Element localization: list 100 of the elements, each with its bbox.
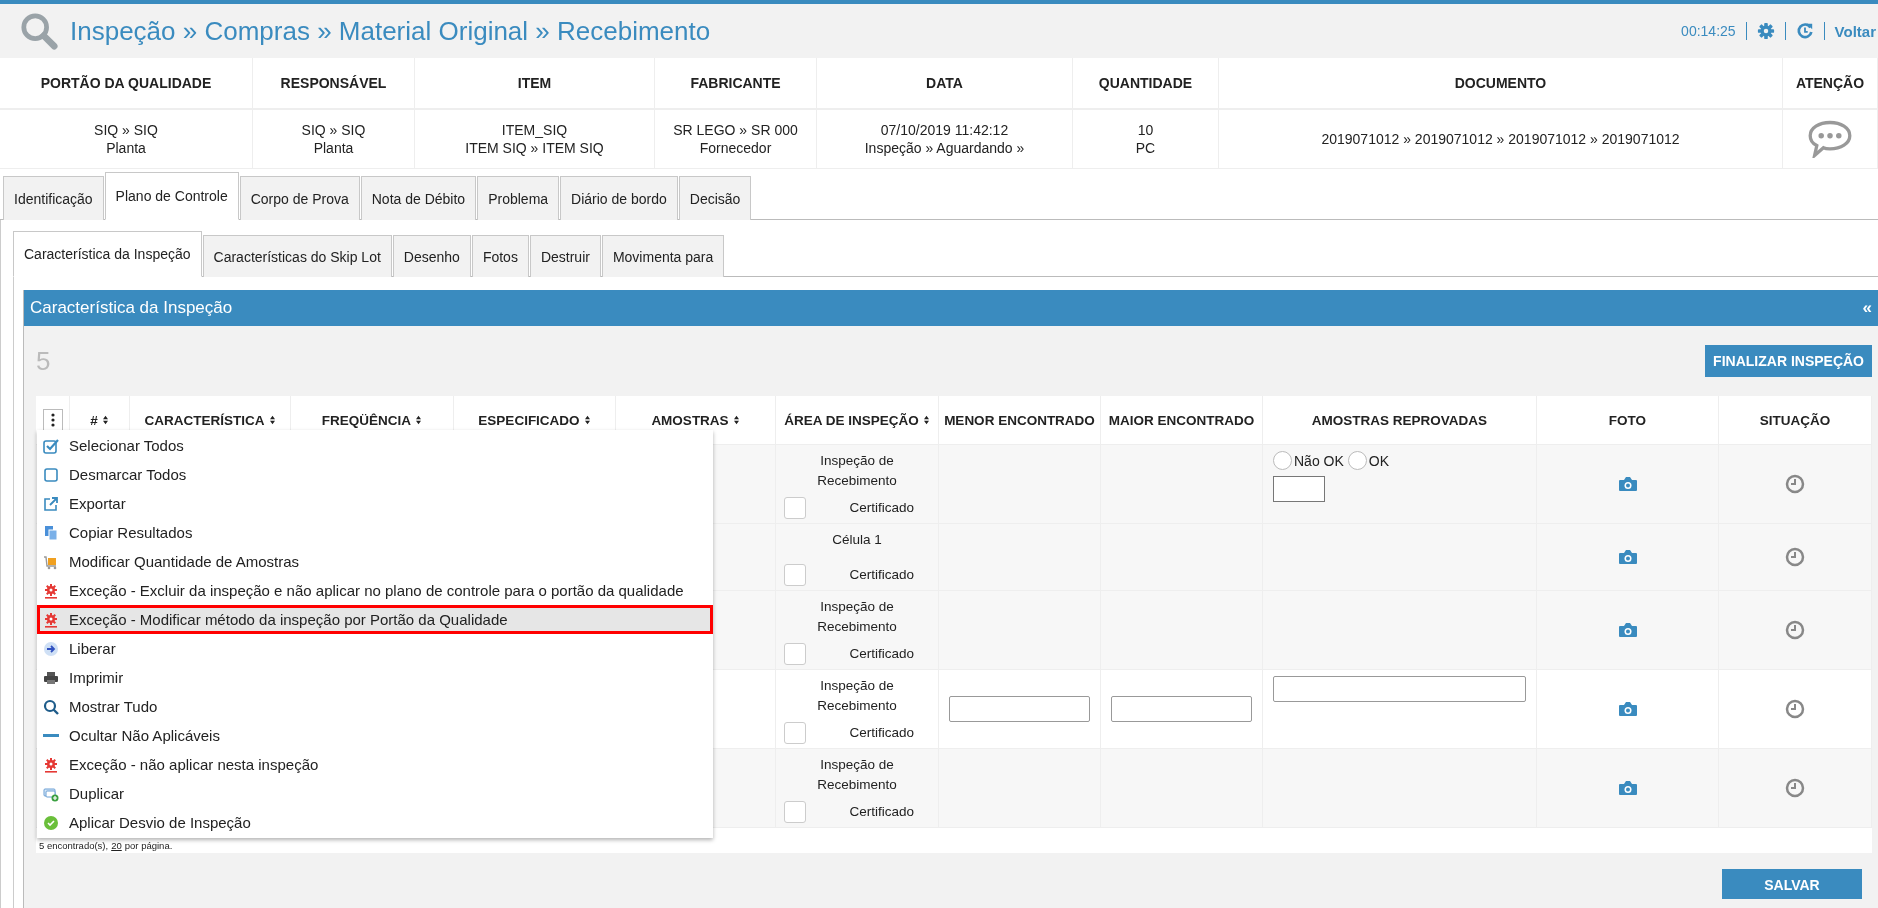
checkbox-label: Certificado [849, 566, 914, 584]
summary-header: PORTÃO DA QUALIDADE [0, 58, 253, 110]
menu-item[interactable]: Exceção - não aplicar nesta inspeção [37, 750, 713, 779]
checkbox-icon [43, 466, 59, 483]
input-field[interactable] [1273, 676, 1526, 702]
column-header[interactable]: ÁREA DE INSPEÇÃO [784, 411, 919, 429]
finish-button[interactable]: FINALIZAR INSPEÇÃO [1705, 345, 1872, 377]
panel-title: Característica da Inspeção [30, 298, 233, 318]
tab[interactable]: Problema [477, 176, 560, 220]
tab[interactable]: Plano de Controle [104, 172, 239, 220]
kebab-icon [50, 413, 55, 427]
menu-item[interactable]: Duplicar [37, 779, 713, 808]
sort-icon[interactable] [732, 415, 740, 425]
camera-icon[interactable] [1617, 476, 1638, 492]
input-field[interactable] [949, 696, 1090, 722]
clock-icon[interactable] [1785, 547, 1805, 567]
sort-icon[interactable] [268, 415, 276, 425]
clock-icon[interactable] [1785, 474, 1805, 494]
tab[interactable]: Fotos [471, 235, 529, 277]
collapse-button[interactable]: « [1862, 298, 1872, 318]
camera-icon[interactable] [1617, 780, 1638, 796]
table-cell-text: Célula 1 [831, 531, 883, 549]
menu-item[interactable]: Liberar [37, 634, 713, 663]
checkbox[interactable] [784, 801, 806, 823]
search-icon [20, 12, 58, 50]
column-header[interactable]: ESPECIFICADO [478, 411, 580, 429]
clock-icon[interactable] [1785, 620, 1805, 640]
checkbox[interactable] [784, 497, 806, 519]
menu-item[interactable]: Exceção - Modificar método da inspeção por Portão da Qualidade [37, 605, 713, 634]
camera-icon[interactable] [1617, 701, 1638, 717]
tab[interactable]: Identificação [3, 176, 104, 220]
menu-item[interactable]: Ocultar Não Aplicáveis [37, 721, 713, 750]
radio-button[interactable] [1347, 451, 1367, 470]
menu-item[interactable]: Exceção - Excluir da inspeção e não aplicar no plano de controle para o portão da qualidade [37, 576, 713, 605]
tab[interactable]: Decisão [678, 176, 752, 220]
gear-icon [43, 756, 59, 773]
summary-header: DOCUMENTO [1219, 58, 1783, 110]
summary-value: 07/10/2019 11:42:12 [880, 121, 1009, 139]
menu-item[interactable]: Exportar [37, 489, 713, 518]
camera-icon[interactable] [1617, 622, 1638, 638]
clock-icon[interactable] [1785, 778, 1805, 798]
column-header: MENOR ENCONTRADO [944, 411, 1095, 429]
summary-header: DATA [817, 58, 1073, 110]
search-icon [43, 698, 59, 715]
tab[interactable]: Movimenta para [601, 235, 725, 277]
badge-icon [43, 814, 59, 831]
table-cell-text: Inspeção de Recebimento [816, 677, 898, 715]
tab[interactable]: Características do Skip Lot [202, 235, 392, 277]
timer: 00:14:25 [1681, 23, 1736, 39]
menu-item[interactable]: Desmarcar Todos [37, 460, 713, 489]
settings-icon[interactable] [1756, 22, 1775, 40]
summary-header: ATENÇÃO [1783, 58, 1878, 110]
clock-icon[interactable] [1785, 699, 1805, 719]
column-header: MAIOR ENCONTRADO [1108, 411, 1255, 429]
minus-icon [43, 734, 59, 737]
save-button[interactable]: SALVAR [1722, 869, 1862, 899]
sort-icon[interactable] [922, 415, 930, 425]
column-header[interactable]: FREQÜÊNCIA [321, 411, 412, 429]
input-field[interactable] [1273, 476, 1325, 502]
summary-value: ITEM_SIQ [501, 121, 568, 139]
menu-item[interactable]: Modificar Quantidade de Amostras [37, 547, 713, 576]
tab[interactable]: Característica da Inspeção [13, 231, 202, 277]
refresh-icon[interactable] [1795, 22, 1814, 40]
checkbox[interactable] [784, 564, 806, 586]
column-header: SITUAÇÃO [1759, 411, 1831, 429]
tab[interactable]: Desenho [392, 235, 471, 277]
camera-icon[interactable] [1617, 549, 1638, 565]
result-summary: 5 encontrado(s), [39, 840, 109, 851]
sort-icon[interactable] [101, 415, 109, 425]
sort-icon[interactable] [583, 415, 591, 425]
menu-item[interactable]: Selecionar Todos [37, 431, 713, 460]
summary-header: FABRICANTE [655, 58, 817, 110]
summary-value: SR LEGO » SR 000 [673, 121, 798, 139]
tab[interactable]: Destruir [529, 235, 601, 277]
table-cell-text: Inspeção de Recebimento [816, 598, 898, 636]
export-icon [43, 495, 59, 512]
summary-value: PC [1135, 139, 1156, 157]
page-size-link[interactable]: 20 [111, 840, 122, 851]
cart-icon [43, 553, 59, 570]
menu-item[interactable]: Imprimir [37, 663, 713, 692]
column-header[interactable]: # [90, 411, 98, 429]
checkbox[interactable] [784, 643, 806, 665]
menu-item[interactable]: Mostrar Tudo [37, 692, 713, 721]
column-header[interactable]: CARACTERÍSTICA [144, 411, 265, 429]
column-header[interactable]: AMOSTRAS [651, 411, 729, 429]
tab[interactable]: Diário de bordo [560, 176, 678, 220]
input-field[interactable] [1111, 696, 1252, 722]
sort-icon[interactable] [415, 415, 423, 425]
chat-icon[interactable] [1808, 120, 1852, 158]
tab[interactable]: Corpo de Prova [239, 176, 360, 220]
menu-button[interactable] [42, 409, 63, 431]
result-summary: por página. [124, 840, 173, 851]
menu-item[interactable]: Aplicar Desvio de Inspeção [37, 808, 713, 837]
menu-item[interactable]: Copiar Resultados [37, 518, 713, 547]
summary-value: Fornecedor [699, 139, 772, 157]
checkbox-icon [43, 437, 59, 454]
summary-value: ITEM SIQ » ITEM SIQ [465, 139, 604, 157]
tab[interactable]: Nota de Débito [360, 176, 477, 220]
radio-button[interactable] [1273, 451, 1292, 470]
checkbox[interactable] [784, 722, 806, 744]
